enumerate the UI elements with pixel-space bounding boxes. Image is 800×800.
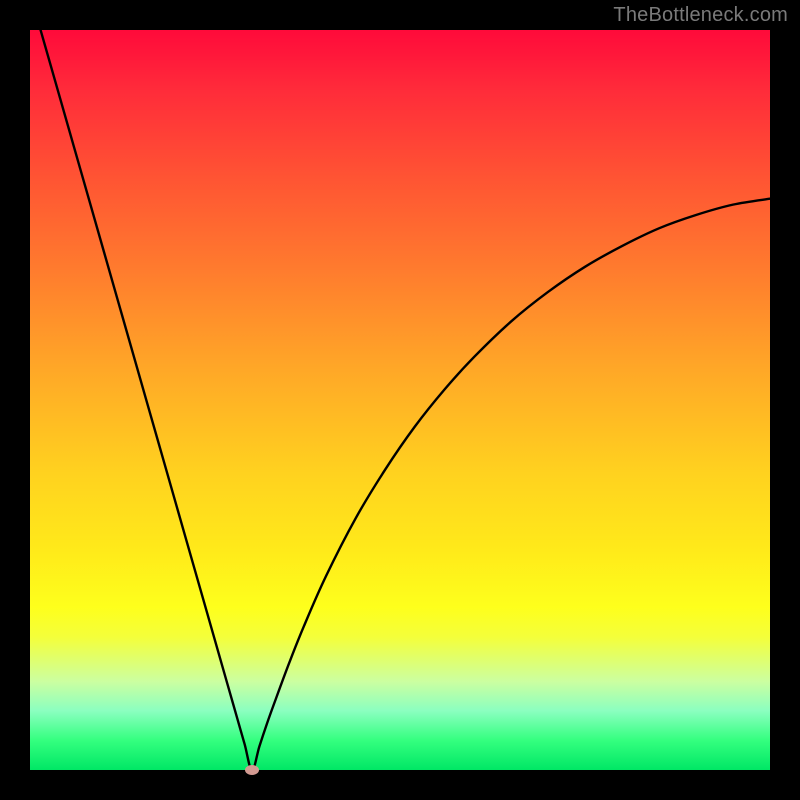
minimum-marker: [245, 765, 259, 775]
bottleneck-curve: [30, 30, 770, 770]
plot-area: [30, 30, 770, 770]
curve-path: [30, 0, 770, 770]
chart-frame: TheBottleneck.com: [0, 0, 800, 800]
watermark-text: TheBottleneck.com: [613, 4, 788, 27]
